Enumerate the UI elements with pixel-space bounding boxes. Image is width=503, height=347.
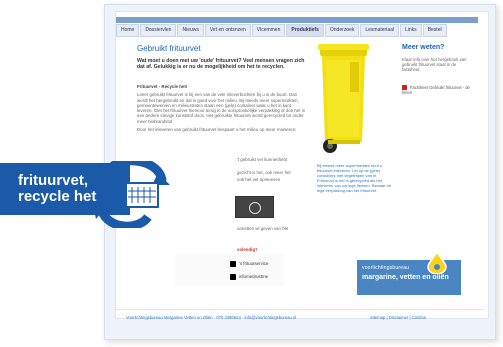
footer-links[interactable]: Sitemap | Disclaimer | Colofon xyxy=(370,315,426,320)
fragment-3: ook het vet opmeeven xyxy=(237,177,281,182)
aside-title: Meer weten? xyxy=(402,44,445,51)
tip-line-1[interactable]: 's frituurservice xyxy=(239,261,268,266)
tab-vet-en-ontsnzen[interactable]: Vet en ontsnzen xyxy=(204,24,251,37)
tab-home[interactable]: Home xyxy=(116,24,140,37)
article-body: Frituurvet - Recycle het! Leeer gebruikt… xyxy=(137,84,307,135)
main-navigation: Home Dossiervlen Nieuws Vet en ontsnzen … xyxy=(116,24,478,37)
brand-line-2: margarine, vetten en oliën xyxy=(362,274,449,281)
fragment-1: 't gebruikt vet kunnenhebt xyxy=(237,157,288,162)
tab-dossiers[interactable]: Dossiervlen xyxy=(140,24,177,37)
article-lead: Wat moet u doen met uw 'oude' frituurvet… xyxy=(137,58,305,70)
yellow-container-image xyxy=(318,44,369,153)
fragment-2: gezicht is het, ook meer het xyxy=(237,170,291,175)
footer-address: Voorlichtingsbureau Margarine Vetten en … xyxy=(126,315,297,320)
replay-icon xyxy=(249,202,261,214)
oil-drop-icon xyxy=(427,252,447,274)
badge-line-1: frituurvet, xyxy=(18,172,89,189)
tab-lesmateriaal[interactable]: Lesmateriaal xyxy=(360,24,399,37)
paragraph-1: Leeer gebruikt frituurvet is bij een van… xyxy=(137,92,306,124)
tab-bestel[interactable]: Bestel xyxy=(422,24,447,37)
tab-vitaminen[interactable]: Vlcemmen xyxy=(251,24,286,37)
fragment-5: volendig? xyxy=(237,247,258,252)
aside-text: Klaar info over het hergebruik van gebru… xyxy=(402,57,467,72)
tip-line-2[interactable]: infomedrustme xyxy=(239,274,268,279)
container-caption: Bij steeds meer supermarkten kunt u frit… xyxy=(317,163,392,193)
brand-logo[interactable]: voorlichtingsbureau margarine, vetten en… xyxy=(357,252,461,295)
video-thumbnail[interactable] xyxy=(235,196,274,218)
factsheet-link-label: Factsheet Gebruikt frituurvet - de feite… xyxy=(402,85,470,95)
tips-panel: 's frituurservice infomedrustme xyxy=(175,253,284,286)
tab-productinfo[interactable]: Produktiefs xyxy=(286,24,324,37)
factsheet-link[interactable]: Factsheet Gebruikt frituurvet - de feite… xyxy=(402,85,478,101)
fragment-4: unnetten wl geven van het xyxy=(237,226,289,231)
header-photo-band xyxy=(116,17,478,23)
footer: Voorlichtingsbureau Margarine Vetten en … xyxy=(116,309,484,328)
badge-line-2: recycle het xyxy=(18,188,97,205)
section-heading: Frituurvet - Recycle het! xyxy=(137,84,188,89)
tab-links[interactable]: Links xyxy=(400,24,422,37)
page-title: Gebruikt frituurvet xyxy=(137,44,201,53)
brand-line-1: voorlichtingsbureau xyxy=(362,265,410,271)
tab-onderzoek[interactable]: Onderzoek xyxy=(324,24,360,37)
paragraph-2: Door het inleveren van gebruikt frituurv… xyxy=(137,127,297,133)
bullet-icon xyxy=(230,274,236,280)
tab-nieuws[interactable]: Nieuws xyxy=(177,24,204,37)
bullet-icon xyxy=(230,261,236,267)
